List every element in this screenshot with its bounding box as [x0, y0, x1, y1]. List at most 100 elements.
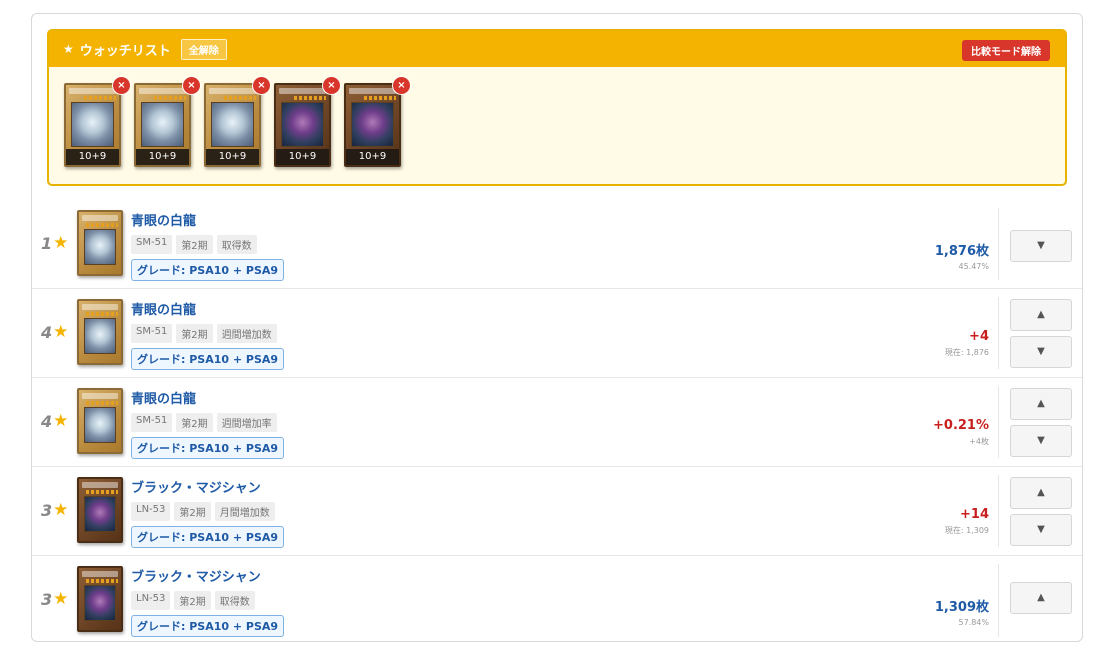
ranking-row: 4 ★ 青眼の白龍 SM-51 第2期 週間増加数 グレード: PSA10 + PSA9 +4… — [32, 289, 1082, 378]
watchlist-card[interactable]: 10+9 × — [134, 77, 200, 167]
move-down-button[interactable]: ▼ — [1010, 336, 1072, 368]
tag-badge: SM-51 — [131, 235, 173, 254]
sort-buttons: ▲ — [1010, 582, 1072, 614]
ranking-row: 3 ★ ブラック・マジシャン LN-53 第2期 月間増加数 グレード: PSA10 + P… — [32, 467, 1082, 556]
tag-badge: LN-53 — [131, 502, 171, 521]
move-up-button[interactable]: ▲ — [1010, 388, 1072, 420]
tag-badge: 第2期 — [174, 591, 211, 610]
card-image-dark-magician — [77, 566, 123, 632]
card-title-link[interactable]: 青眼の白龍 — [131, 210, 284, 229]
watchlist-card[interactable]: 10+9 × — [344, 77, 410, 167]
watchlist: ★ ウォッチリスト 全解除 比較モード解除 10+9 × 10+9 × 10+9 × 10+… — [47, 29, 1067, 186]
card-info: 青眼の白龍 SM-51 第2期 取得数 グレード: PSA10 + PSA9 — [131, 210, 285, 281]
star-icon: ★ — [53, 500, 69, 520]
card-image-blue-eyes: 10+9 — [204, 83, 261, 167]
card-image-blue-eyes — [77, 388, 123, 454]
grade-badge: グレード: PSA10 + PSA9 — [131, 615, 285, 637]
exit-compare-mode-button[interactable]: 比較モード解除 — [962, 40, 1050, 61]
stat-value: +4 現在: 1,876 — [945, 329, 989, 358]
move-down-button[interactable]: ▼ — [1010, 514, 1072, 546]
card-info: 青眼の白龍 SM-51 第2期 週間増加数 グレード: PSA10 + PSA9 — [131, 299, 285, 370]
grade-badge: グレード: PSA10 + PSA9 — [131, 259, 285, 281]
move-down-button[interactable]: ▼ — [1010, 425, 1072, 457]
move-down-button[interactable]: ▼ — [1010, 230, 1072, 262]
stat-main-value: 1,876枚 — [934, 244, 989, 259]
divider — [998, 386, 999, 458]
card-grade-label: 10+9 — [66, 149, 119, 165]
card-title-link[interactable]: ブラック・マジシャン — [131, 566, 284, 585]
card-thumbnail[interactable] — [77, 566, 123, 632]
stat-main-value: +14 — [960, 507, 989, 522]
grade-badge: グレード: PSA10 + PSA9 — [131, 437, 285, 459]
clear-all-button[interactable]: 全解除 — [180, 38, 227, 60]
remove-card-icon[interactable]: × — [253, 77, 270, 94]
star-icon: ★ — [53, 411, 69, 431]
rank-value: 3 — [41, 500, 53, 520]
card-info: ブラック・マジシャン LN-53 第2期 月間増加数 グレード: PSA10 + PSA… — [131, 477, 285, 548]
rank-value: 4 — [41, 411, 53, 431]
card-info: 青眼の白龍 SM-51 第2期 週間増加率 グレード: PSA10 + PSA9 — [131, 388, 285, 459]
move-up-button[interactable]: ▲ — [1010, 477, 1072, 509]
card-thumbnail[interactable] — [77, 299, 123, 365]
card-thumbnail[interactable] — [77, 477, 123, 543]
sort-buttons: ▲ ▼ — [1010, 388, 1072, 457]
stat-main-value: +4 — [969, 329, 989, 344]
star-icon: ★ — [53, 589, 69, 609]
rank-value: 4 — [41, 322, 53, 342]
watchlist-title-text: ウォッチリスト — [79, 43, 171, 59]
rank-number: 4 ★ — [41, 322, 73, 342]
star-icon: ★ — [63, 42, 74, 56]
grade-badge: グレード: PSA10 + PSA9 — [131, 348, 285, 370]
move-up-button[interactable]: ▲ — [1010, 299, 1072, 331]
card-title-link[interactable]: 青眼の白龍 — [131, 299, 284, 318]
ranking-row: 1 ★ 青眼の白龍 SM-51 第2期 取得数 グレード: PSA10 + PSA9 1,87… — [32, 200, 1082, 289]
stat-sub-value: 45.47% — [958, 262, 989, 271]
tag-badge: 週間増加率 — [216, 413, 277, 432]
watchlist-card[interactable]: 10+9 × — [274, 77, 340, 167]
card-image-dark-magician: 10+9 — [274, 83, 331, 167]
sort-buttons: ▲ ▼ — [1010, 299, 1072, 368]
tag-badge: 第2期 — [176, 413, 213, 432]
card-image-dark-magician — [77, 477, 123, 543]
watchlist-cards: 10+9 × 10+9 × 10+9 × 10+9 × 10+9 × — [64, 77, 410, 167]
card-title-link[interactable]: ブラック・マジシャン — [131, 477, 284, 496]
card-thumbnail[interactable] — [77, 210, 123, 276]
ranking-row: 3 ★ ブラック・マジシャン LN-53 第2期 取得数 グレード: PSA10 + PSA… — [32, 556, 1082, 645]
card-tags: SM-51 第2期 週間増加数 — [131, 324, 284, 343]
move-up-button[interactable]: ▲ — [1010, 582, 1072, 614]
rank-number: 4 ★ — [41, 411, 73, 431]
watchlist-card[interactable]: 10+9 × — [64, 77, 130, 167]
grade-badge: グレード: PSA10 + PSA9 — [131, 526, 285, 548]
remove-card-icon[interactable]: × — [113, 77, 130, 94]
sort-buttons: ▼ — [1010, 230, 1072, 262]
card-tags: LN-53 第2期 月間増加数 — [131, 502, 284, 521]
remove-card-icon[interactable]: × — [323, 77, 340, 94]
tag-badge: 第2期 — [176, 324, 213, 343]
card-image-blue-eyes — [77, 210, 123, 276]
card-thumbnail[interactable] — [77, 388, 123, 454]
rank-value: 1 — [41, 233, 53, 253]
card-grade-label: 10+9 — [206, 149, 259, 165]
rank-number: 3 ★ — [41, 589, 73, 609]
watchlist-card[interactable]: 10+9 × — [204, 77, 270, 167]
remove-card-icon[interactable]: × — [183, 77, 200, 94]
card-tags: LN-53 第2期 取得数 — [131, 591, 284, 610]
stat-main-value: 1,309枚 — [934, 600, 989, 615]
ranking-row: 4 ★ 青眼の白龍 SM-51 第2期 週間増加率 グレード: PSA10 + PSA9 +0… — [32, 378, 1082, 467]
rank-number: 3 ★ — [41, 500, 73, 520]
card-image-blue-eyes: 10+9 — [134, 83, 191, 167]
card-tags: SM-51 第2期 取得数 — [131, 235, 284, 254]
remove-card-icon[interactable]: × — [393, 77, 410, 94]
card-image-dark-magician: 10+9 — [344, 83, 401, 167]
card-grade-label: 10+9 — [346, 149, 399, 165]
ranking-list: 1 ★ 青眼の白龍 SM-51 第2期 取得数 グレード: PSA10 + PSA9 1,87… — [32, 200, 1082, 645]
watchlist-title: ★ ウォッチリスト — [63, 40, 171, 59]
tag-badge: 第2期 — [174, 502, 211, 521]
rank-value: 3 — [41, 589, 53, 609]
ranking-panel: ★ ウォッチリスト 全解除 比較モード解除 10+9 × 10+9 × 10+9 × 10+… — [31, 13, 1083, 642]
stat-value: +0.21% +4枚 — [933, 418, 989, 447]
stat-value: +14 現在: 1,309 — [945, 507, 989, 536]
stat-value: 1,309枚 57.84% — [935, 596, 989, 627]
card-title-link[interactable]: 青眼の白龍 — [131, 388, 284, 407]
divider — [998, 564, 999, 637]
